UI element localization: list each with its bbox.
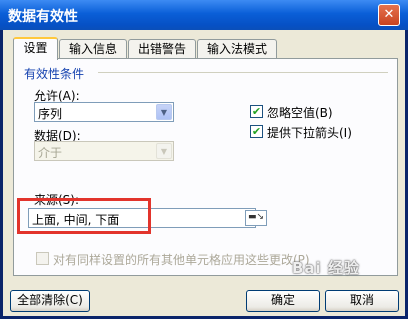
data-value: 介于: [38, 146, 63, 160]
apply-all-checkbox: [36, 252, 49, 265]
in-cell-dropdown-checkbox[interactable]: ✔: [250, 125, 263, 138]
ignore-blank-checkbox[interactable]: ✔: [250, 105, 263, 118]
data-validation-dialog: 数据有效性 ✕ 设置 输入信息 出错警告 输入法模式 有效性条件 允许(A): …: [0, 0, 408, 319]
ok-button[interactable]: 确定: [246, 290, 320, 312]
allow-select[interactable]: 序列 ▼: [34, 102, 174, 122]
data-select: 介于 ▼: [34, 141, 174, 161]
validation-criteria-label: 有效性条件: [24, 67, 85, 81]
allow-value: 序列: [38, 107, 63, 121]
cancel-button[interactable]: 取消: [325, 290, 399, 312]
close-button[interactable]: ✕: [378, 4, 400, 26]
settings-panel: 有效性条件 允许(A): 序列 ▼ 数据(D): 介于 ▼ ✔ 忽略空值(B) …: [13, 58, 398, 276]
chevron-down-icon: ▼: [156, 143, 172, 159]
ignore-blank-label: 忽略空值(B): [267, 106, 333, 120]
range-selector-icon[interactable]: ▬↘: [245, 210, 267, 226]
tab-settings[interactable]: 设置: [13, 37, 58, 60]
chevron-down-icon[interactable]: ▼: [156, 104, 172, 120]
tab-error-alert[interactable]: 出错警告: [128, 39, 196, 59]
in-cell-dropdown-label: 提供下拉箭头(I): [267, 126, 352, 140]
clear-all-button[interactable]: 全部清除(C): [10, 290, 90, 312]
baidu-watermark-logo: Bai 经验: [292, 259, 360, 277]
title-bar: 数据有效性 ✕: [0, 0, 408, 30]
tab-ime-mode[interactable]: 输入法模式: [197, 39, 277, 59]
apply-all-label: 对有同样设置的所有其他单元格应用这些更改(P): [53, 253, 310, 267]
group-divider: [98, 72, 388, 73]
dialog-title: 数据有效性: [8, 9, 78, 25]
tab-input-message[interactable]: 输入信息: [59, 39, 127, 59]
source-highlight-annotation: [17, 198, 151, 234]
